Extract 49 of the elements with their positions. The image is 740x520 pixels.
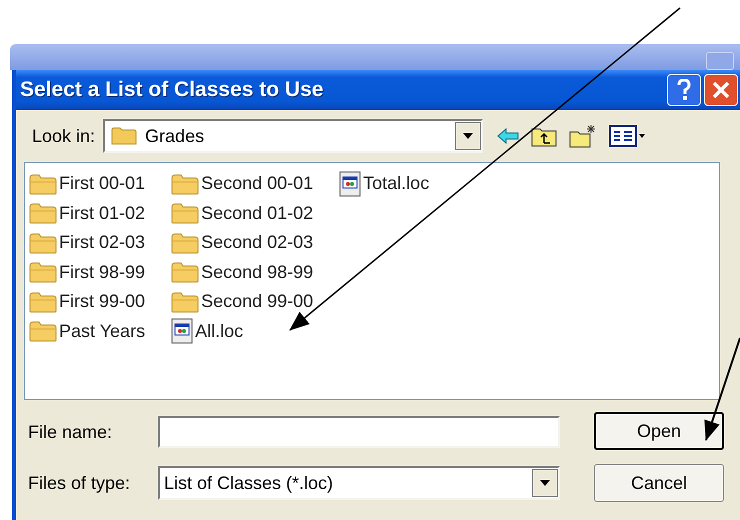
dropdown-button[interactable] [455, 122, 482, 150]
file-item[interactable]: Total.loc [363, 170, 430, 198]
folder-icon [29, 202, 57, 224]
look-in-dropdown[interactable]: Grades [103, 119, 484, 153]
folder-item[interactable]: Second 99-00 [201, 288, 314, 316]
document-icon [339, 170, 362, 197]
folder-icon [29, 290, 57, 313]
folder-item[interactable]: Second 01-02 [201, 200, 314, 227]
folder-icon [171, 261, 200, 284]
folder-icon [29, 320, 57, 342]
back-arrow-icon[interactable] [497, 128, 520, 144]
document-icon [171, 318, 194, 344]
folder-icon [111, 126, 138, 146]
close-icon [711, 80, 731, 100]
files-of-type-dropdown[interactable]: List of Classes (*.loc) [158, 466, 560, 500]
folder-item[interactable]: First 00-01 [59, 170, 146, 198]
dialog-button[interactable]: Open [594, 412, 724, 450]
folder-icon [171, 290, 200, 313]
close-button[interactable] [704, 74, 738, 106]
folder-item[interactable]: Second 02-03 [201, 229, 314, 256]
folder-icon [171, 232, 200, 254]
folder-item[interactable]: Second 98-99 [201, 258, 314, 286]
look-in-label: Look in: [32, 124, 96, 148]
folder-item[interactable]: First 02-03 [59, 229, 146, 256]
folder-item[interactable]: First 98-99 [59, 258, 146, 286]
window-title: Select a List of Classes to Use [20, 77, 324, 104]
folder-item[interactable]: First 01-02 [59, 200, 146, 227]
folder-icon [171, 172, 200, 195]
new-folder-icon[interactable] [569, 124, 598, 148]
file-item[interactable]: All.loc [195, 318, 244, 345]
folder-item[interactable]: First 99-00 [59, 288, 146, 316]
caret-icon [540, 480, 550, 486]
view-menu-icon[interactable] [609, 125, 648, 147]
help-icon [677, 79, 691, 101]
dropdown-button[interactable] [532, 469, 558, 497]
folder-item[interactable]: Past Years [59, 318, 146, 345]
help-button[interactable] [667, 74, 701, 106]
folder-icon [29, 261, 57, 284]
folder-icon [29, 232, 57, 254]
file-name-field[interactable] [158, 416, 560, 448]
folder-icon [171, 202, 200, 224]
files-of-type-label: Files of type: [28, 472, 132, 495]
files-of-type-value: List of Classes (*.loc) [164, 472, 334, 495]
caret-icon [463, 133, 474, 139]
dialog-button[interactable]: Cancel [594, 464, 724, 502]
folder-icon [29, 172, 57, 195]
folder-item[interactable]: Second 00-01 [201, 170, 314, 198]
file-name-label: File name: [28, 420, 114, 444]
look-in-value: Grades [145, 124, 206, 148]
